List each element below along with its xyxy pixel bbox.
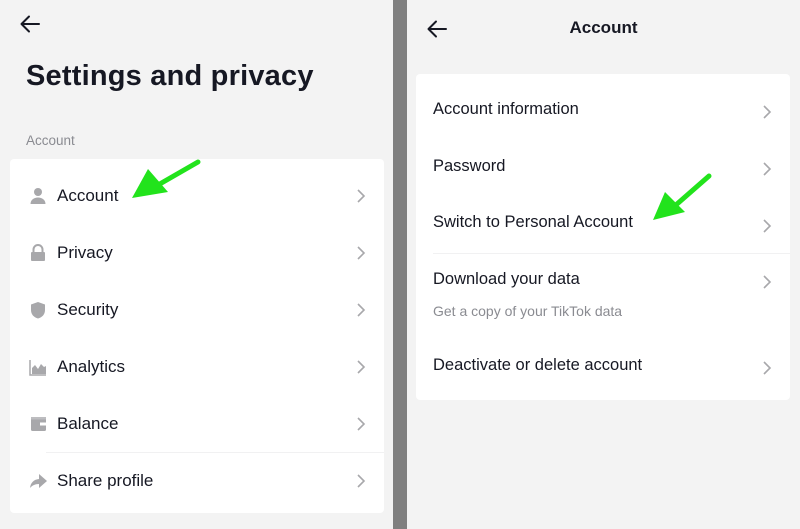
page-title: Settings and privacy <box>26 60 314 92</box>
share-icon <box>28 471 48 491</box>
chevron-right-icon <box>762 274 772 290</box>
chevron-right-icon <box>762 161 772 177</box>
person-icon <box>28 186 48 206</box>
chevron-right-icon <box>356 416 366 432</box>
settings-item-label: Security <box>57 299 119 319</box>
settings-item-label: Balance <box>57 413 119 433</box>
chevron-right-icon <box>356 302 366 318</box>
chevron-right-icon <box>356 359 366 375</box>
settings-item-analytics[interactable]: Analytics <box>10 338 384 395</box>
account-item-download-your-data[interactable]: Download your data Get a copy of your Ti… <box>416 254 790 334</box>
chevron-right-icon <box>356 245 366 261</box>
settings-item-security[interactable]: Security <box>10 281 384 338</box>
account-item-label: Account information <box>433 100 579 118</box>
chevron-right-icon <box>762 104 772 120</box>
chevron-right-icon <box>356 473 366 489</box>
account-screen: Account Account information Password Swi… <box>407 0 800 529</box>
chevron-right-icon <box>762 218 772 234</box>
account-item-label: Switch to Personal Account <box>433 213 633 231</box>
account-options-list: Account information Password Switch to P… <box>416 74 790 400</box>
settings-item-label: Privacy <box>57 242 113 262</box>
account-item-switch-to-personal-account[interactable]: Switch to Personal Account <box>416 188 790 245</box>
shield-icon <box>28 300 48 320</box>
settings-item-privacy[interactable]: Privacy <box>10 224 384 281</box>
settings-item-balance[interactable]: Balance <box>10 395 384 452</box>
arrow-left-icon <box>20 15 40 33</box>
account-item-deactivate-or-delete[interactable]: Deactivate or delete account <box>416 334 790 400</box>
account-item-subtitle: Get a copy of your TikTok data <box>433 303 623 319</box>
settings-and-privacy-screen: Settings and privacy Account Account Pri… <box>0 0 393 529</box>
analytics-icon <box>28 357 48 377</box>
back-button[interactable] <box>18 12 42 36</box>
settings-item-label: Analytics <box>57 356 126 376</box>
wallet-icon <box>28 414 48 434</box>
account-item-label: Password <box>433 157 506 175</box>
settings-item-label: Account <box>57 185 119 205</box>
account-item-account-information[interactable]: Account information <box>416 74 790 131</box>
account-item-password[interactable]: Password <box>416 131 790 188</box>
settings-list: Account Privacy Security Analytics Balan… <box>10 159 384 513</box>
settings-item-label: Share profile <box>57 470 154 490</box>
page-title: Account <box>569 18 638 37</box>
chevron-right-icon <box>762 360 772 376</box>
settings-item-share-profile[interactable]: Share profile <box>10 452 384 509</box>
account-item-label: Deactivate or delete account <box>433 356 643 374</box>
section-label-account: Account <box>26 133 75 148</box>
settings-item-account[interactable]: Account <box>10 167 384 224</box>
chevron-right-icon <box>356 188 366 204</box>
panel-divider <box>393 0 407 529</box>
lock-icon <box>28 243 48 263</box>
account-item-label: Download your data <box>433 270 580 288</box>
